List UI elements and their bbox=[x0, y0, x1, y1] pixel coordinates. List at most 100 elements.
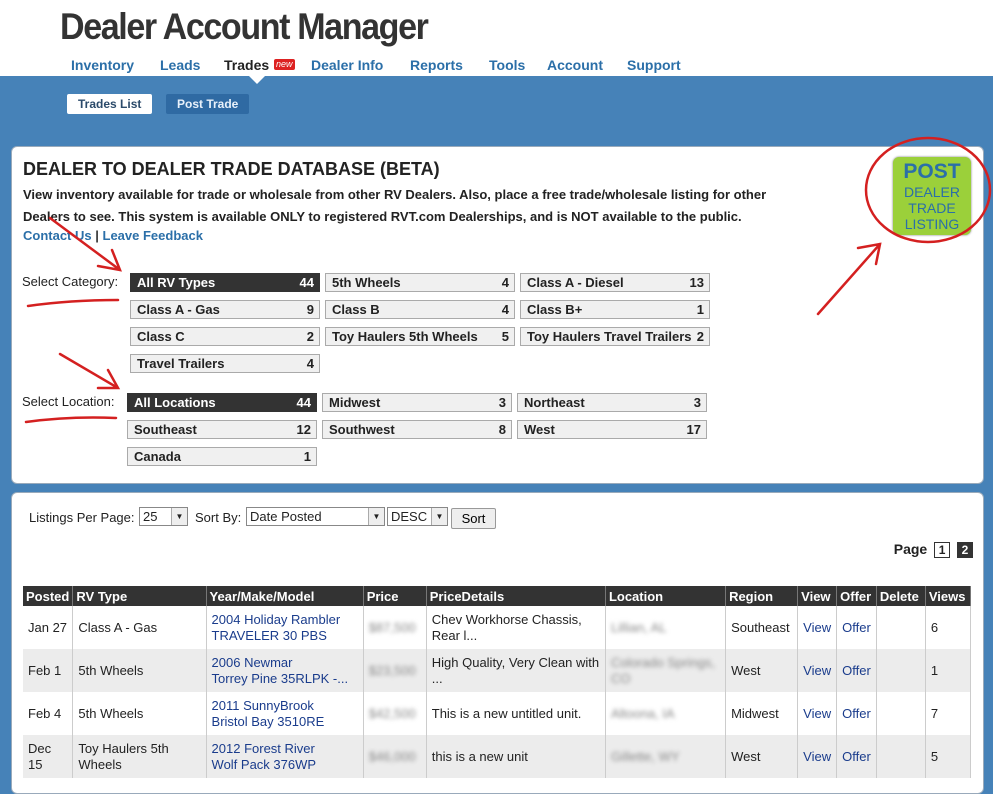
app-logo[interactable]: Dealer Account Manager bbox=[60, 6, 429, 48]
contact-us-link[interactable]: Contact Us bbox=[23, 228, 92, 243]
cell-model: 2012 Forest River Wolf Pack 376WP bbox=[206, 735, 364, 778]
location-midwest[interactable]: Midwest 3 bbox=[322, 393, 512, 412]
new-badge: new bbox=[274, 59, 295, 70]
category-count: 1 bbox=[696, 302, 704, 317]
col-rv-type[interactable]: RV Type bbox=[72, 586, 207, 606]
cell-view: View bbox=[797, 606, 838, 649]
page-2-current: 2 bbox=[957, 542, 973, 558]
offer-link[interactable]: Offer bbox=[842, 620, 871, 635]
view-link[interactable]: View bbox=[803, 663, 831, 678]
location-redacted: Colorado Springs, CO bbox=[610, 654, 715, 686]
model-line2: Bristol Bay 3510RE bbox=[211, 713, 325, 729]
location-canada[interactable]: Canada 1 bbox=[127, 447, 317, 466]
page-description: View inventory available for trade or wh… bbox=[23, 187, 767, 224]
location-west[interactable]: West 17 bbox=[517, 420, 707, 439]
listing-link[interactable]: 2006 Newmar Torrey Pine 35RLPK -... bbox=[212, 655, 349, 686]
nav-trades[interactable]: Trades bbox=[224, 57, 269, 73]
location-name: Southeast bbox=[134, 422, 197, 437]
nav-tools[interactable]: Tools bbox=[489, 57, 525, 73]
category-toy-haulers-5th-wheels[interactable]: Toy Haulers 5th Wheels 5 bbox=[325, 327, 515, 346]
category-class-b[interactable]: Class B 4 bbox=[325, 300, 515, 319]
location-redacted: Gillette, WY bbox=[610, 748, 680, 764]
col-region[interactable]: Region bbox=[725, 586, 799, 606]
location-southeast[interactable]: Southeast 12 bbox=[127, 420, 317, 439]
cell-price: $42,500 bbox=[363, 692, 427, 735]
cell-views: 6 bbox=[925, 606, 972, 649]
col-price-details[interactable]: PriceDetails bbox=[426, 586, 606, 606]
nav-inventory[interactable]: Inventory bbox=[71, 57, 134, 73]
cell-rv-type: 5th Wheels bbox=[72, 649, 207, 692]
location-name: Southwest bbox=[329, 422, 395, 437]
listing-link[interactable]: 2004 Holiday Rambler TRAVELER 30 PBS bbox=[212, 612, 341, 643]
cell-views: 7 bbox=[925, 692, 972, 735]
table-row: Feb 4 5th Wheels 2011 SunnyBrook Bristol … bbox=[23, 692, 972, 735]
offer-link[interactable]: Offer bbox=[842, 706, 871, 721]
category-5th-wheels[interactable]: 5th Wheels 4 bbox=[325, 273, 515, 292]
view-link[interactable]: View bbox=[803, 749, 831, 764]
col-posted[interactable]: Posted bbox=[23, 586, 74, 606]
tab-trades-list[interactable]: Trades List bbox=[67, 94, 153, 114]
location-label: Select Location: bbox=[22, 394, 115, 409]
link-separator: | bbox=[95, 228, 99, 243]
nav-support[interactable]: Support bbox=[627, 57, 681, 73]
category-all-rv-types[interactable]: All RV Types 44 bbox=[130, 273, 320, 292]
location-southwest[interactable]: Southwest 8 bbox=[322, 420, 512, 439]
sort-order-select[interactable]: DESC ▼ bbox=[387, 507, 448, 526]
listing-link[interactable]: 2011 SunnyBrook Bristol Bay 3510RE bbox=[212, 698, 325, 729]
cell-offer: Offer bbox=[836, 735, 877, 778]
location-count: 17 bbox=[686, 422, 701, 437]
per-page-select[interactable]: 25 ▼ bbox=[139, 507, 188, 526]
location-redacted: Altoona, IA bbox=[610, 705, 675, 721]
post-dealer-trade-listing-button[interactable]: POST DEALER TRADE LISTING bbox=[893, 157, 971, 235]
cell-rv-type: 5th Wheels bbox=[72, 692, 207, 735]
category-name: Toy Haulers Travel Trailers bbox=[527, 329, 692, 344]
col-views[interactable]: Views bbox=[925, 586, 972, 606]
category-name: Class B bbox=[332, 302, 380, 317]
nav-account[interactable]: Account bbox=[547, 57, 603, 73]
leave-feedback-link[interactable]: Leave Feedback bbox=[103, 228, 203, 243]
category-class-a-gas[interactable]: Class A - Gas 9 bbox=[130, 300, 320, 319]
category-name: Class A - Diesel bbox=[527, 275, 624, 290]
location-count: 1 bbox=[303, 449, 311, 464]
category-name: Class C bbox=[137, 329, 185, 344]
category-name: Class A - Gas bbox=[137, 302, 220, 317]
location-all-locations[interactable]: All Locations 44 bbox=[127, 393, 317, 412]
view-link[interactable]: View bbox=[803, 706, 831, 721]
page-title: DEALER TO DEALER TRADE DATABASE (BETA) bbox=[23, 159, 440, 179]
cell-views: 1 bbox=[925, 649, 972, 692]
category-class-c[interactable]: Class C 2 bbox=[130, 327, 320, 346]
nav-reports[interactable]: Reports bbox=[410, 57, 463, 73]
col-year-make-model[interactable]: Year/Make/Model bbox=[206, 586, 364, 606]
col-price[interactable]: Price bbox=[363, 586, 427, 606]
page-1-link[interactable]: 1 bbox=[934, 542, 951, 558]
listing-link[interactable]: 2012 Forest River Wolf Pack 376WP bbox=[212, 741, 317, 772]
category-count: 4 bbox=[306, 356, 314, 371]
nav-leads[interactable]: Leads bbox=[160, 57, 200, 73]
category-label: Select Category: bbox=[22, 274, 119, 289]
sort-button[interactable]: Sort bbox=[451, 508, 496, 529]
category-class-a-diesel[interactable]: Class A - Diesel 13 bbox=[520, 273, 710, 292]
category-travel-trailers[interactable]: Travel Trailers 4 bbox=[130, 354, 320, 373]
offer-link[interactable]: Offer bbox=[842, 749, 871, 764]
cell-price: $46,000 bbox=[363, 735, 427, 778]
location-name: West bbox=[524, 422, 555, 437]
cell-offer: Offer bbox=[836, 649, 877, 692]
category-toy-haulers-travel-trailers[interactable]: Toy Haulers Travel Trailers 2 bbox=[520, 327, 710, 346]
sort-by-select[interactable]: Date Posted ▼ bbox=[246, 507, 385, 526]
cell-price-details: this is a new unit bbox=[426, 735, 606, 778]
view-link[interactable]: View bbox=[803, 620, 831, 635]
category-class-b-plus[interactable]: Class B+ 1 bbox=[520, 300, 710, 319]
tab-post-trade[interactable]: Post Trade bbox=[166, 94, 250, 114]
nav-dealer-info[interactable]: Dealer Info bbox=[311, 57, 383, 73]
location-northeast[interactable]: Northeast 3 bbox=[517, 393, 707, 412]
category-count: 2 bbox=[306, 329, 314, 344]
category-name: Travel Trailers bbox=[137, 356, 225, 371]
help-links: Contact Us | Leave Feedback bbox=[23, 228, 203, 243]
col-location[interactable]: Location bbox=[605, 586, 727, 606]
model-line1: 2006 Newmar bbox=[211, 654, 293, 670]
cell-location: Lillian, AL bbox=[605, 606, 727, 649]
cell-offer: Offer bbox=[836, 692, 877, 735]
offer-link[interactable]: Offer bbox=[842, 663, 871, 678]
location-count: 8 bbox=[498, 422, 506, 437]
location-name: Midwest bbox=[329, 395, 381, 410]
